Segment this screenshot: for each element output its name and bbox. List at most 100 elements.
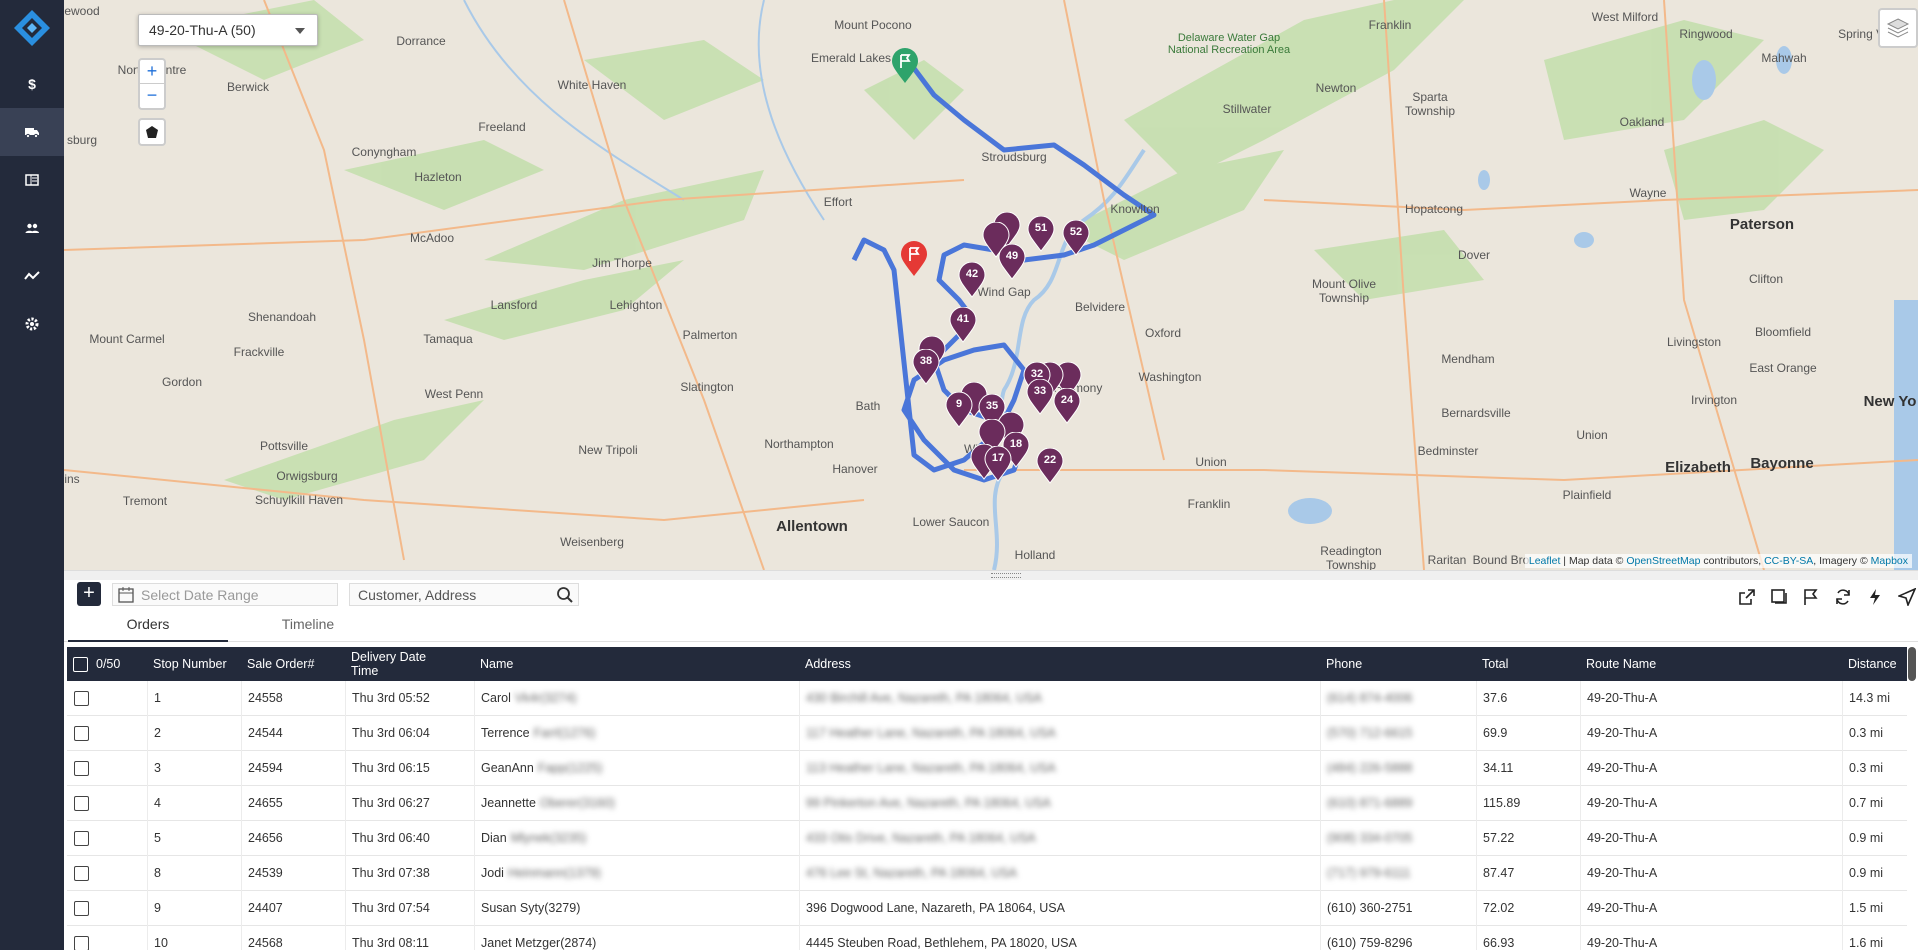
mapbox-link[interactable]: Mapbox [1871,555,1908,567]
refresh-icon [1836,589,1850,605]
customer-search-input[interactable]: Customer, Address [349,583,579,606]
route-select[interactable]: 49-20-Thu-A (50) [138,14,318,46]
col-distance[interactable]: Distance [1842,647,1907,681]
zoom-in-button[interactable]: + [140,60,164,84]
map-label: West Penn [424,387,484,401]
col-address[interactable]: Address [799,647,1319,681]
map-label: Holland [1014,548,1056,562]
cell-address: 113 Heather Lane, Nazareth, PA 18064, US… [799,751,1320,786]
row-select-cell [67,681,147,716]
end-flag-marker[interactable] [899,241,929,277]
col-sale-order[interactable]: Sale Order# [241,647,345,681]
stop-marker[interactable]: 49 [997,244,1027,280]
stop-value: 1 [154,691,161,705]
table-row[interactable]: 2 24544 Thu 3rd 06:04 Terrence Farrl(1276) 11… [67,716,1907,751]
optimize-button[interactable] [1864,586,1886,608]
stop-marker[interactable]: 17 [983,446,1013,482]
table-row[interactable]: 4 24655 Thu 3rd 06:27 Jeannette Oberer(3160)… [67,786,1907,821]
stop-marker[interactable]: 42 [957,262,987,298]
search-icon[interactable] [556,586,574,604]
row-checkbox[interactable] [74,726,89,741]
leaflet-link[interactable]: Leaflet [1529,555,1561,567]
map-label: Mendham [1441,352,1495,366]
table-row[interactable]: 10 24568 Thu 3rd 08:11 Janet Metzger(2874) 4… [67,926,1907,950]
sale-value: 24655 [248,796,283,810]
cell-route: 49-20-Thu-A [1580,786,1842,821]
stop-marker-label: 52 [1069,226,1083,238]
export-button[interactable] [1736,586,1758,608]
stop-marker[interactable]: 38 [911,349,941,385]
tab-timeline[interactable]: Timeline [228,616,388,642]
col-name[interactable]: Name [474,647,794,681]
map-label: Dorrance [396,34,446,48]
row-checkbox[interactable] [74,866,89,881]
cell-name: Jeannette Oberer(3160) [474,786,799,821]
stop-marker[interactable]: 51 [1026,216,1056,252]
stop-value: 5 [154,831,161,845]
panel-resize-handle[interactable] [64,570,1918,580]
table-row[interactable]: 8 24539 Thu 3rd 07:38 Jodi Heinmann(1379) 476… [67,856,1907,891]
sidebar-item-routes[interactable] [0,108,64,156]
distance-value: 0.3 mi [1849,761,1884,775]
flag-button[interactable] [1800,586,1822,608]
row-checkbox[interactable] [74,901,89,916]
select-all-checkbox[interactable] [73,656,88,672]
stop-marker-label: 9 [955,398,963,410]
stop-marker[interactable]: 24 [1052,388,1082,424]
stop-marker[interactable]: 41 [948,307,978,343]
map-attribution: Leaflet | Map data © OpenStreetMap contr… [1524,554,1912,568]
draw-polygon-button[interactable] [138,118,166,146]
layers-button[interactable] [1878,8,1918,48]
navigate-button[interactable] [1896,586,1918,608]
stop-marker[interactable]: 9 [944,392,974,428]
stop-marker[interactable]: 22 [1035,448,1065,484]
osm-link[interactable]: OpenStreetMap [1626,555,1700,567]
sidebar-item-analytics[interactable] [0,252,64,300]
zoom-out-button[interactable]: − [140,84,164,108]
col-stop-number[interactable]: Stop Number [147,647,227,681]
customer-last-name-redacted: Fapp(1225) [537,761,603,775]
table-scrollbar[interactable] [1908,647,1916,681]
stop-marker-label: 33 [1033,385,1047,397]
sidebar-item-billing[interactable]: $ [0,60,64,108]
col-route-name[interactable]: Route Name [1580,647,1840,681]
table-row[interactable]: 5 24656 Thu 3rd 06:40 Dian Mlynek(3235) 433 O… [67,821,1907,856]
selected-count: 0/50 [96,657,121,671]
refresh-button[interactable] [1832,586,1854,608]
row-checkbox[interactable] [74,796,89,811]
table-row[interactable]: 3 24594 Thu 3rd 06:15 GeanAnn Fapp(1225) 113 … [67,751,1907,786]
row-checkbox[interactable] [74,761,89,776]
license-link[interactable]: CC-BY-SA [1764,555,1813,567]
table-row[interactable]: 9 24407 Thu 3rd 07:54 Susan Syty(3279) 396 D… [67,891,1907,926]
row-checkbox[interactable] [74,936,89,950]
date-value: Thu 3rd 07:54 [352,901,430,915]
sidebar-item-orders[interactable] [0,156,64,204]
stop-value: 4 [154,796,161,810]
print-button[interactable] [1768,586,1790,608]
row-checkbox[interactable] [74,691,89,706]
tab-orders[interactable]: Orders [68,616,228,642]
route-value: 49-20-Thu-A [1587,761,1658,775]
col-delivery-date[interactable]: Delivery Date Time [345,647,445,681]
date-range-input[interactable]: Select Date Range [112,583,338,606]
map-label: Readington Township [1320,544,1382,570]
col-total[interactable]: Total [1476,647,1576,681]
start-flag-marker[interactable] [890,48,920,84]
sidebar-item-settings[interactable] [0,300,64,348]
stop-marker[interactable]: 52 [1061,220,1091,256]
app-logo[interactable] [12,8,52,48]
add-order-button[interactable]: + [77,582,101,606]
sidebar-item-customers[interactable] [0,204,64,252]
stop-marker-label: 22 [1043,454,1057,466]
row-checkbox[interactable] [74,831,89,846]
cell-name: Jodi Heinmann(1379) [474,856,799,891]
cell-phone: (610) 871-6889 [1320,786,1476,821]
total-value: 66.93 [1483,936,1515,950]
attribution-text: , Imagery © [1813,555,1871,567]
stop-marker[interactable]: 33 [1025,379,1055,415]
customer-last-name-redacted: Heinmann(1379) [507,866,602,880]
cell-distance: 14.3 mi [1842,681,1907,716]
table-row[interactable]: 1 24558 Thu 3rd 05:52 Carol Vk4r(3274) 430 Bi… [67,681,1907,716]
col-phone[interactable]: Phone [1320,647,1470,681]
route-map[interactable]: ewood Dorrance Mount Pocono Franklin Wes… [64,0,1918,570]
